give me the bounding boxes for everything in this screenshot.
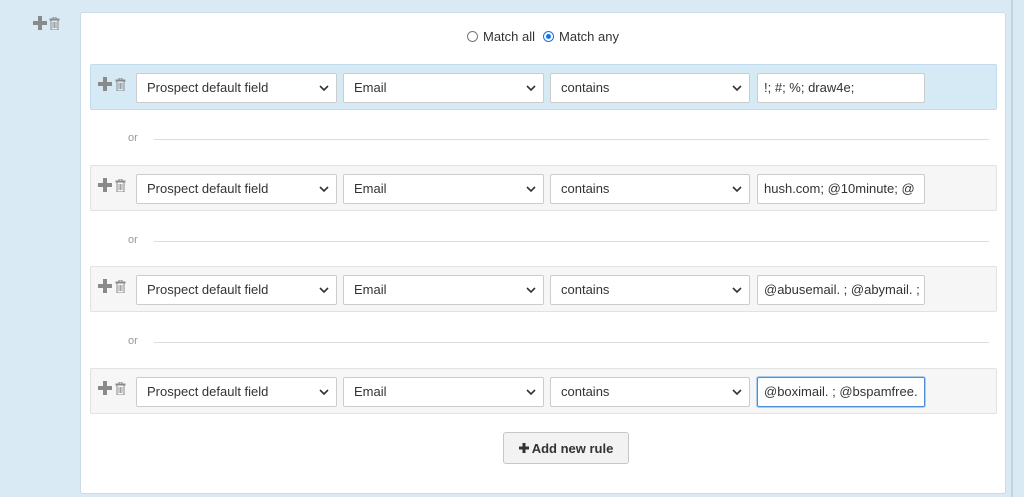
field-value: Email [354,384,387,399]
chevron-down-icon [526,287,536,294]
field-value: Email [354,181,387,196]
field-type-value: Prospect default field [147,181,269,196]
rule-value-input[interactable]: @boximail. ; @bspamfree. [757,377,925,407]
rule-group-panel: Match all Match any Prospect default fie… [80,12,1006,494]
field-type-value: Prospect default field [147,80,269,95]
plus-icon[interactable] [33,16,47,30]
chevron-down-icon [526,186,536,193]
rule-value-input[interactable]: @abusemail. ; @abymail. ; [757,275,925,305]
match-all-radio[interactable] [466,31,478,42]
field-select[interactable]: Email [343,174,544,204]
rule-row: Prospect default field Email contains @a… [90,266,997,312]
chevron-down-icon [319,186,329,193]
chevron-down-icon [732,389,742,396]
plus-icon [518,443,529,453]
group-tools [33,16,60,30]
chevron-down-icon [319,85,329,92]
field-type-select[interactable]: Prospect default field [136,377,337,407]
field-type-select[interactable]: Prospect default field [136,174,337,204]
chevron-down-icon [319,287,329,294]
or-divider [154,241,989,242]
operator-value: contains [561,282,610,297]
match-any-radio[interactable] [543,31,555,42]
chevron-down-icon [732,287,742,294]
trash-icon[interactable] [115,279,126,293]
chevron-down-icon [732,85,742,92]
match-all-label: Match all [482,29,536,44]
rule-tools [98,178,126,192]
match-all-option[interactable]: Match all [466,29,536,44]
trash-icon[interactable] [115,77,126,91]
chevron-down-icon [732,186,742,193]
trash-icon[interactable] [115,381,126,395]
operator-select[interactable]: contains [550,174,750,204]
field-select[interactable]: Email [343,73,544,103]
or-separator: or [81,234,1005,248]
plus-icon[interactable] [98,178,112,192]
plus-icon[interactable] [98,279,112,293]
rule-value-input[interactable]: hush.com; @10minute; @ [757,174,925,204]
operator-value: contains [561,181,610,196]
match-mode-selector: Match all Match any [81,29,1005,44]
field-value: Email [354,80,387,95]
or-label: or [128,132,138,144]
field-select[interactable]: Email [343,275,544,305]
rule-value-input[interactable]: !; #; %; draw4e; [757,73,925,103]
trash-icon[interactable] [49,16,60,30]
rule-tools [98,77,126,91]
or-label: or [128,335,138,347]
match-any-label: Match any [559,29,619,44]
chevron-down-icon [526,85,536,92]
or-divider [154,342,989,343]
field-type-select[interactable]: Prospect default field [136,275,337,305]
or-label: or [128,234,138,246]
operator-select[interactable]: contains [550,377,750,407]
or-separator: or [81,132,1005,146]
field-select[interactable]: Email [343,377,544,407]
rule-row: Prospect default field Email contains @b… [90,368,997,414]
add-new-rule-button[interactable]: Add new rule [503,432,629,464]
match-any-option[interactable]: Match any [543,29,619,44]
or-divider [154,139,989,140]
plus-icon[interactable] [98,381,112,395]
add-new-rule-label: Add new rule [531,440,614,456]
field-type-value: Prospect default field [147,384,269,399]
field-type-value: Prospect default field [147,282,269,297]
trash-icon[interactable] [115,178,126,192]
field-value: Email [354,282,387,297]
plus-icon[interactable] [98,77,112,91]
rule-row: Prospect default field Email contains !;… [90,64,997,110]
rule-row: Prospect default field Email contains hu… [90,165,997,211]
rule-tools [98,381,126,395]
operator-value: contains [561,384,610,399]
or-separator: or [81,335,1005,349]
rule-tools [98,279,126,293]
operator-value: contains [561,80,610,95]
field-type-select[interactable]: Prospect default field [136,73,337,103]
operator-select[interactable]: contains [550,275,750,305]
chevron-down-icon [526,389,536,396]
operator-select[interactable]: contains [550,73,750,103]
chevron-down-icon [319,389,329,396]
scrollbar-edge [1011,0,1013,497]
